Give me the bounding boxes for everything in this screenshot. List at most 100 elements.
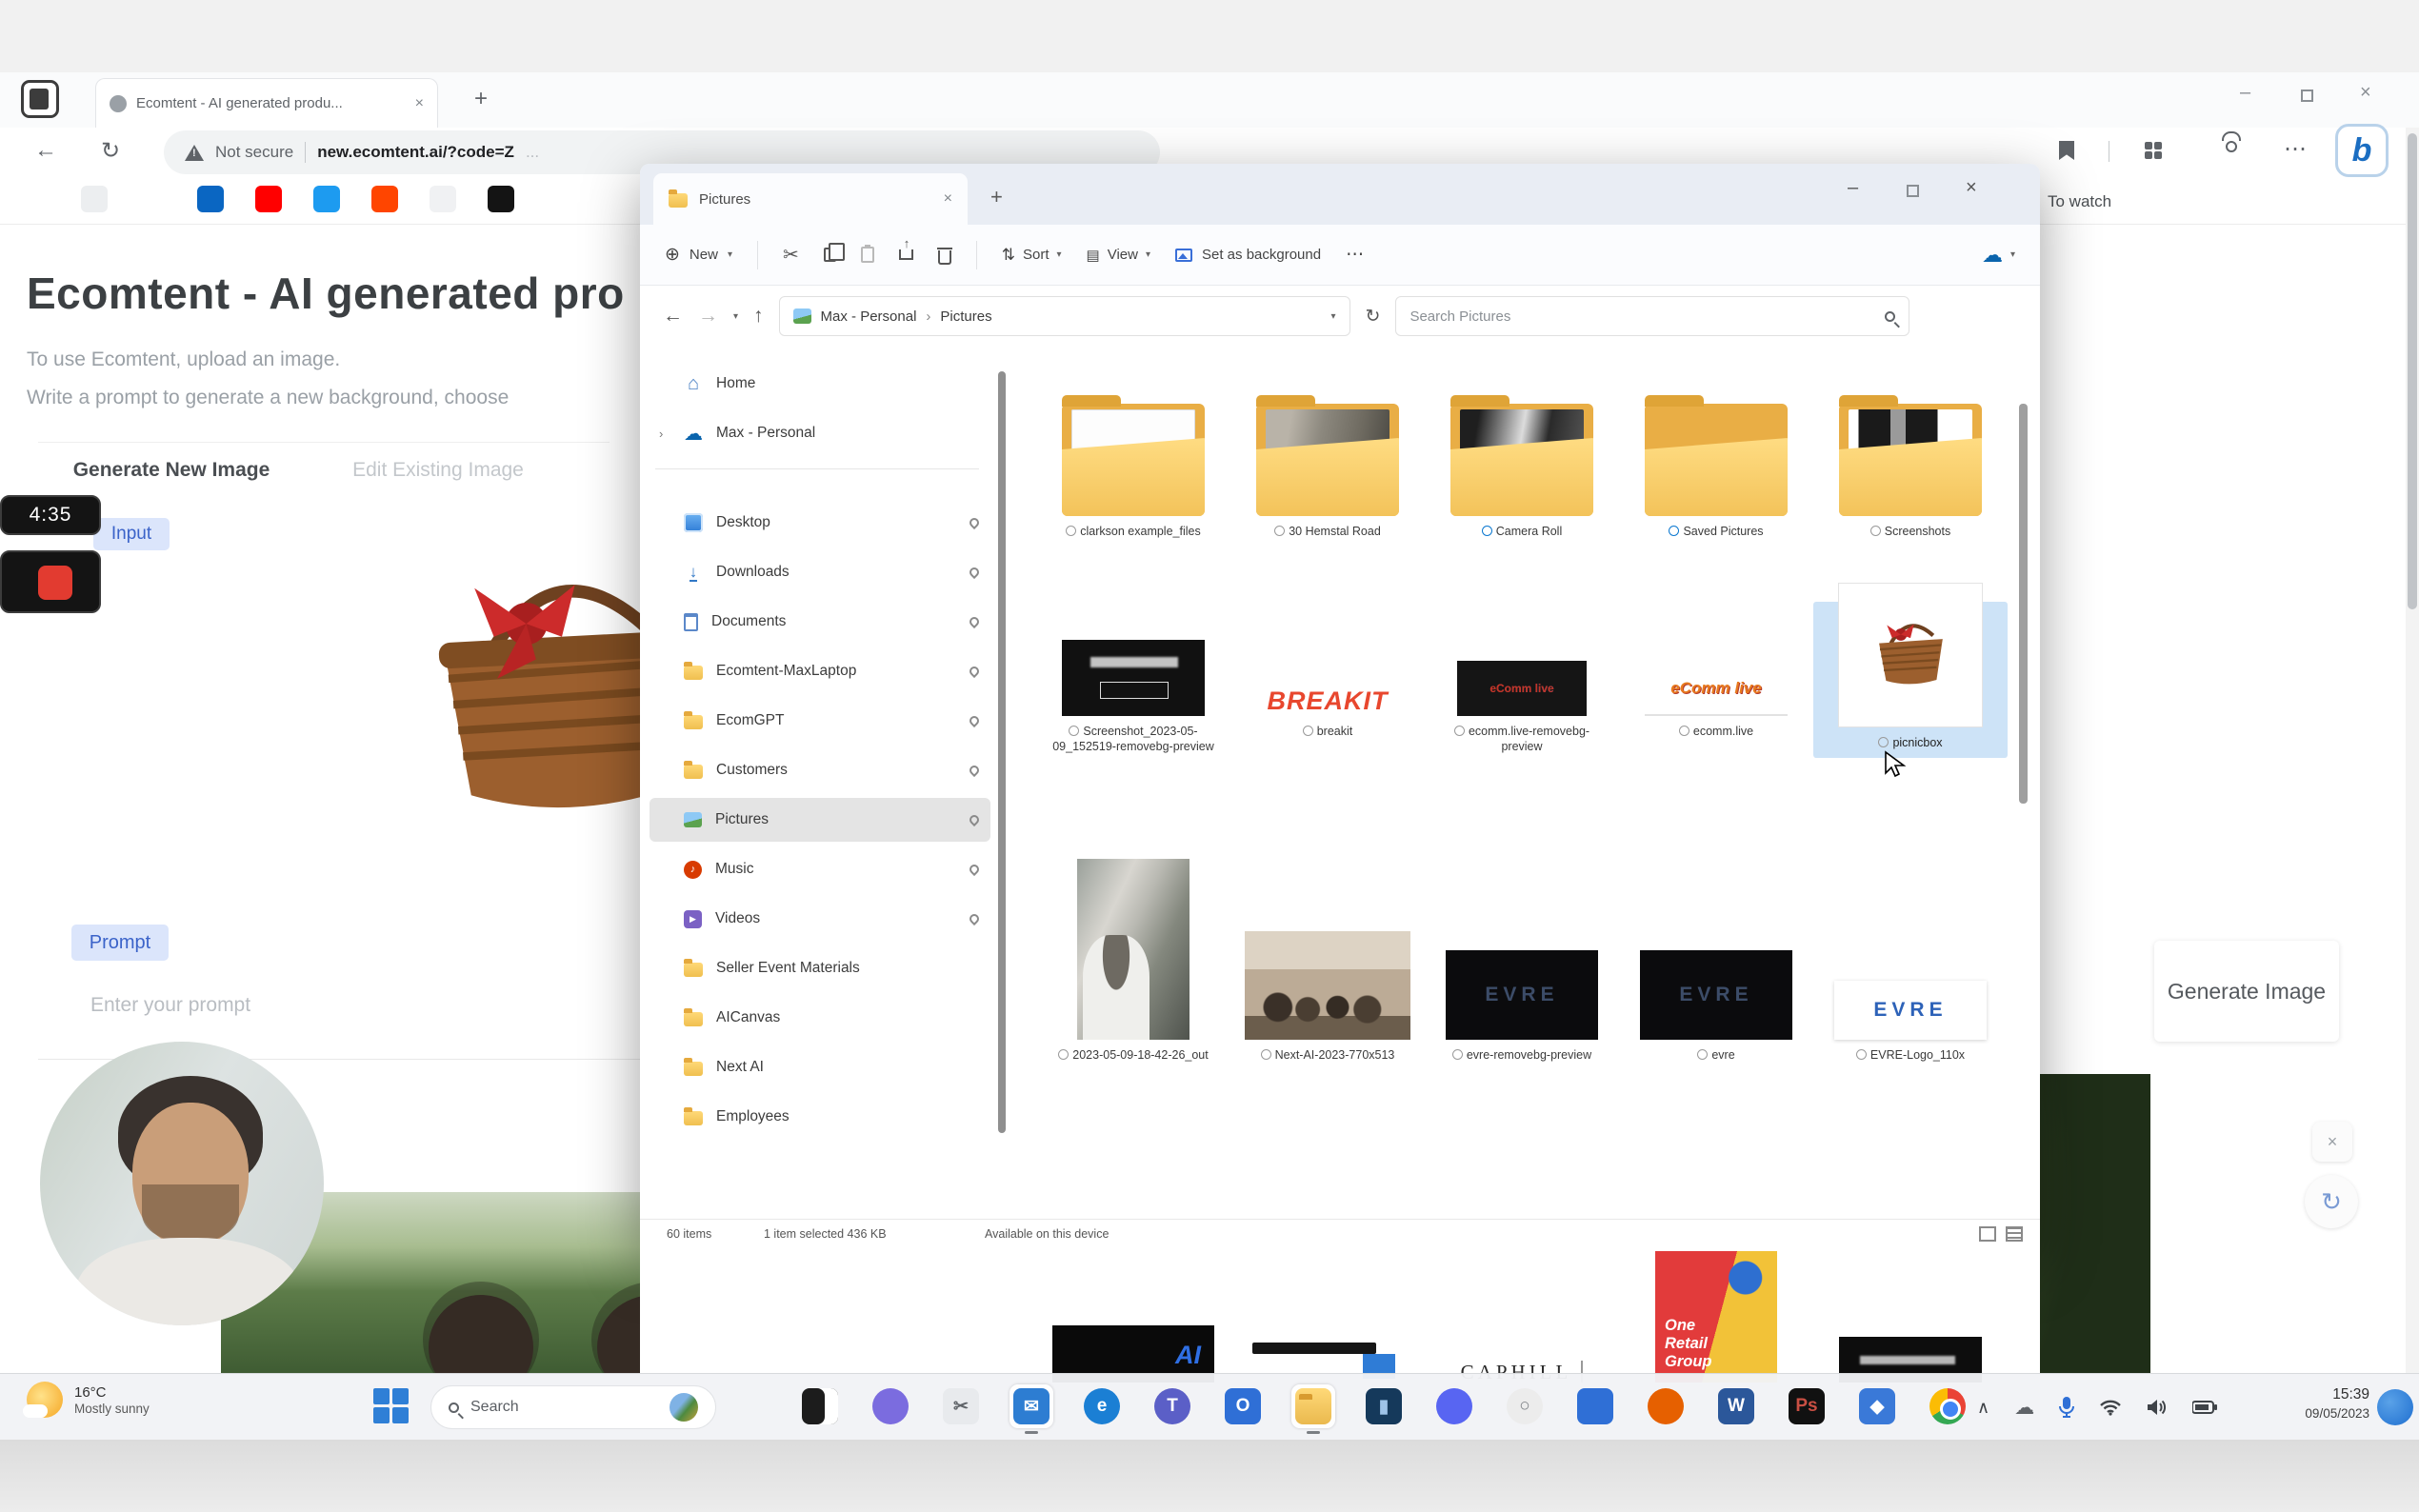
task-view[interactable] <box>798 1384 842 1428</box>
speaker-icon[interactable] <box>2147 1398 2168 1417</box>
obs[interactable]: ○ <box>1503 1384 1547 1428</box>
prompt-placeholder[interactable]: Enter your prompt <box>90 994 250 1017</box>
photoshop[interactable]: Ps <box>1785 1384 1829 1428</box>
file-explorer[interactable] <box>1291 1384 1335 1428</box>
bookmark-favicon[interactable] <box>2245 189 2271 215</box>
hidden-icons-chevron[interactable]: ∧ <box>1977 1398 1989 1418</box>
onedrive-status-button[interactable]: ☁ ▾ <box>1982 243 2015 268</box>
favorites-icon[interactable] <box>2059 141 2074 160</box>
back-icon[interactable]: ← <box>663 305 683 328</box>
browser-tab[interactable]: Ecomtent - AI generated produ... × <box>95 78 438 128</box>
sidebar-item[interactable]: Ecomtent-MaxLaptop <box>650 649 990 693</box>
file-item[interactable] <box>1813 1251 2008 1383</box>
explorer-titlebar[interactable]: Pictures × + – × <box>640 164 2040 225</box>
file-item[interactable]: eComm live ecomm.live-removebg-preview <box>1425 602 1619 758</box>
bookmark-favicon[interactable] <box>371 186 398 212</box>
file-item[interactable]: AI <box>1036 1251 1230 1383</box>
sidebar-item[interactable]: Desktop <box>650 501 990 545</box>
reload-icon[interactable]: ↻ <box>101 137 120 165</box>
set-as-background-button[interactable]: Set as background <box>1175 247 1321 263</box>
sidebar-item[interactable]: Customers <box>650 748 990 792</box>
bookmark-favicon[interactable] <box>430 186 456 212</box>
explorer-tab[interactable]: Pictures × <box>653 173 968 225</box>
file-item[interactable]: picnicbox <box>1813 602 2008 758</box>
file-item[interactable]: 2023-05-09-18-42-26_out <box>1036 849 1230 1063</box>
bookmark-favicon[interactable] <box>604 186 630 212</box>
browser-maximize-button[interactable] <box>2301 86 2313 108</box>
new-tab-button[interactable]: + <box>474 86 488 112</box>
battery-icon[interactable] <box>2192 1401 2217 1414</box>
weather-widget[interactable]: 16°C Mostly sunny <box>27 1382 150 1418</box>
bookmark-favicon[interactable] <box>2191 189 2218 215</box>
breadcrumb[interactable]: Max - Personal › Pictures ▾ <box>779 296 1350 336</box>
refresh-icon[interactable]: ↻ <box>1366 306 1381 328</box>
new-button[interactable]: ⊕ New ▾ <box>665 244 732 266</box>
file-item[interactable]: Saved Pictures <box>1619 373 1813 539</box>
file-grid-scrollbar-thumb[interactable] <box>2019 404 2028 804</box>
browser-minimize-button[interactable]: – <box>2240 82 2250 104</box>
stop-recording-button[interactable] <box>38 566 72 600</box>
file-item[interactable]: clarkson example_files <box>1036 373 1230 539</box>
taskbar-search[interactable]: Search <box>430 1385 716 1429</box>
explorer-search-box[interactable]: Search Pictures <box>1395 296 1909 336</box>
bookmark-favicon[interactable] <box>139 186 166 212</box>
explorer-minimize-button[interactable]: – <box>1848 177 1858 199</box>
large-icons-view-toggle[interactable] <box>2006 1226 2023 1242</box>
share-icon[interactable] <box>899 249 913 260</box>
expander-icon[interactable]: › <box>659 427 663 441</box>
sidebar-item[interactable]: Next AI <box>650 1045 990 1089</box>
file-item[interactable]: CAPHILL <box>1425 1251 1619 1383</box>
file-item[interactable]: Screenshots <box>1813 373 2008 539</box>
file-item[interactable]: EVRE EVRE-Logo_110x <box>1813 849 2008 1063</box>
bookmark-favicon[interactable] <box>2298 189 2325 215</box>
sidebar-item[interactable]: EcomGPT <box>650 699 990 743</box>
back-icon[interactable]: ← <box>34 137 57 164</box>
file-item[interactable]: eComm live ecomm.live <box>1619 602 1813 758</box>
tab-generate-new-image[interactable]: Generate New Image <box>38 443 305 497</box>
explorer-new-tab-button[interactable]: + <box>990 185 1003 209</box>
paint[interactable]: ◆ <box>1855 1384 1899 1428</box>
sidebar-item[interactable]: Downloads <box>650 550 990 594</box>
tab-close-icon[interactable]: × <box>944 190 952 208</box>
page-scrollbar-thumb[interactable] <box>2408 133 2417 609</box>
generate-image-button[interactable]: Generate Image <box>2154 941 2339 1042</box>
details-view-toggle[interactable] <box>1979 1226 1996 1242</box>
sidebar-item[interactable]: Seller Event Materials <box>650 946 990 990</box>
teams[interactable]: T <box>1150 1384 1194 1428</box>
up-icon[interactable]: ↑ <box>753 305 764 328</box>
copy-icon[interactable] <box>824 248 836 262</box>
bookmark-favicon[interactable] <box>197 186 224 212</box>
vscode[interactable] <box>1573 1384 1617 1428</box>
file-item[interactable]: One Retail Group <box>1619 1251 1813 1383</box>
explorer-maximize-button[interactable] <box>1907 181 1919 203</box>
recent-locations-icon[interactable]: ▾ <box>733 311 738 322</box>
file-item[interactable]: EVRE evre <box>1619 849 1813 1063</box>
microphone-icon[interactable] <box>2059 1397 2074 1418</box>
onedrive-tray-icon[interactable]: ☁ <box>2014 1396 2034 1420</box>
explorer-close-button[interactable]: × <box>1966 177 1977 199</box>
edge[interactable]: e <box>1080 1384 1124 1428</box>
sidebar-item[interactable]: › Max - Personal <box>650 411 990 455</box>
file-item[interactable]: Camera Roll <box>1425 373 1619 539</box>
more-options-icon[interactable]: ⋯ <box>1346 244 1364 266</box>
file-item[interactable] <box>1230 1251 1425 1383</box>
snipping-tool[interactable]: ✂ <box>939 1384 983 1428</box>
file-item[interactable]: 30 Hemstal Road <box>1230 373 1425 539</box>
breadcrumb-current[interactable]: Pictures <box>940 308 991 325</box>
browser-menu-icon[interactable]: ⋯ <box>2284 135 2307 163</box>
outlook[interactable]: O <box>1221 1384 1265 1428</box>
extensions-icon[interactable] <box>2145 142 2162 159</box>
breadcrumb-root[interactable]: Max - Personal <box>821 308 917 325</box>
chevron-down-icon[interactable]: ▾ <box>1331 311 1336 322</box>
sidebar-item[interactable]: Documents <box>650 600 990 644</box>
bookmark-favicon[interactable] <box>546 186 572 212</box>
clock[interactable]: 15:39 09/05/2023 <box>2274 1385 2369 1423</box>
sidebar-item[interactable]: Employees <box>650 1095 990 1139</box>
word[interactable]: W <box>1714 1384 1758 1428</box>
regenerate-icon[interactable]: ↻ <box>2305 1175 2358 1228</box>
mail[interactable]: ✉ <box>1010 1384 1053 1428</box>
sidebar-item[interactable]: Music <box>650 847 990 891</box>
bookmark-favicon[interactable] <box>488 186 514 212</box>
start-button[interactable] <box>373 1388 411 1426</box>
tab-close-icon[interactable]: × <box>415 95 424 112</box>
